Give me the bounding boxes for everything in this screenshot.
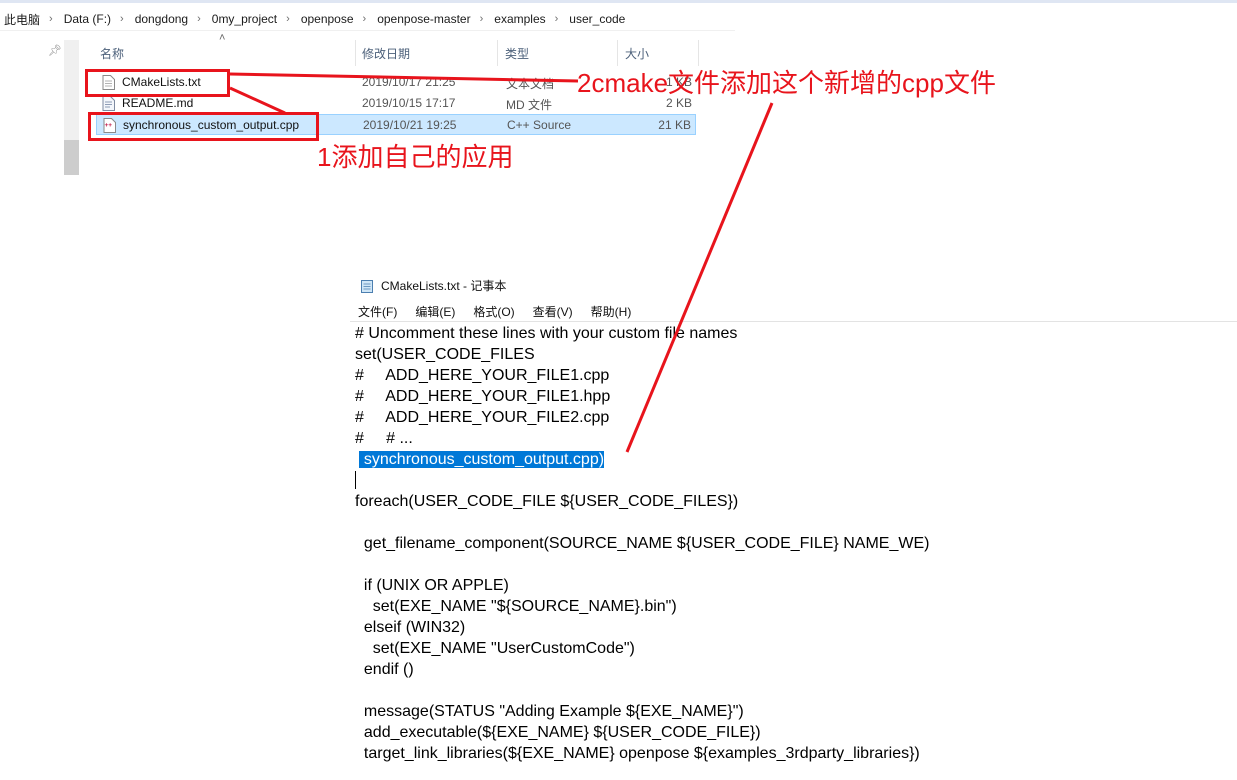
annotation-line <box>229 72 579 83</box>
annotation-line <box>625 102 774 453</box>
annotation-note-2: 2cmake文件添加这个新增的cpp文件 <box>577 68 996 98</box>
annotation-note-1: 1添加自己的应用 <box>317 142 514 172</box>
annotation-line <box>229 86 286 115</box>
annotation-arrows <box>229 72 774 453</box>
